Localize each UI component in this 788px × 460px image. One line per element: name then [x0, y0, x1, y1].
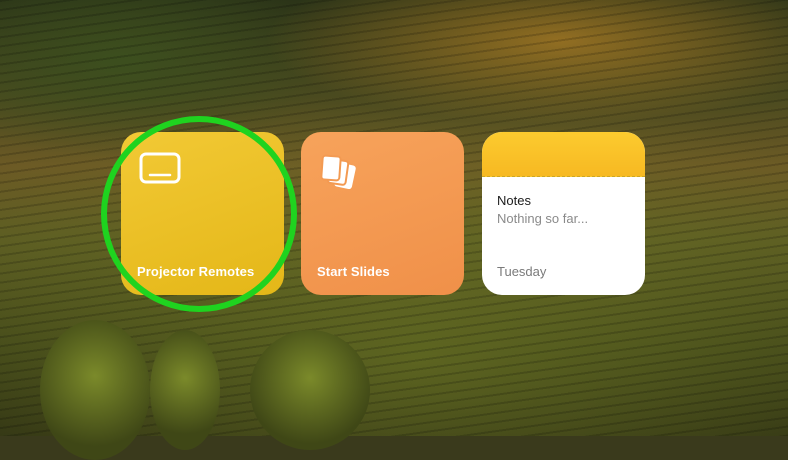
notes-header — [482, 132, 645, 177]
tree-left — [40, 320, 150, 460]
notes-widget[interactable]: Notes Nothing so far... Tuesday — [482, 132, 645, 295]
stacked-pages-icon — [319, 152, 359, 197]
notes-date: Tuesday — [497, 264, 547, 279]
notes-preview: Nothing so far... — [497, 211, 589, 226]
start-slides-label: Start Slides — [317, 264, 390, 279]
start-slides-widget[interactable]: Start Slides — [301, 132, 464, 295]
tree-mid — [150, 330, 220, 450]
green-highlight-circle — [101, 116, 297, 312]
tree-right — [250, 330, 370, 450]
notes-title: Notes — [497, 193, 531, 208]
